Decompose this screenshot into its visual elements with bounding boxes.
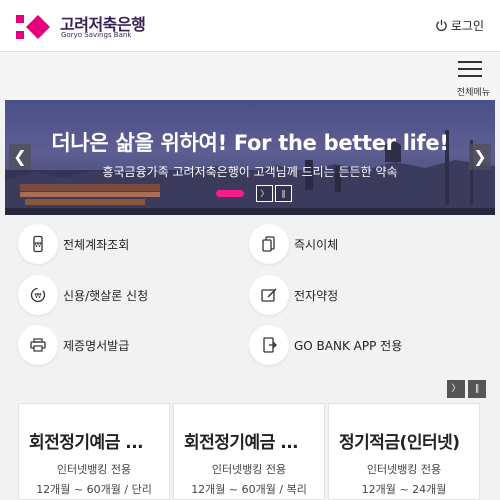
transfer-icon <box>262 236 275 252</box>
quick-menu-label: 신용/햇살론 신청 <box>63 288 149 303</box>
product-card[interactable]: 정기적금(인터넷) 인터넷뱅킹 전용 12개월 ~ 24개월 <box>328 403 480 500</box>
product-title: 정기적금(인터넷) <box>339 433 460 453</box>
banner-title: 더나은 삶을 위하여! For the better life! <box>51 131 449 155</box>
printer-icon <box>30 338 46 352</box>
products-pause-button[interactable]: ∥ <box>468 380 486 398</box>
all-menu-label[interactable]: 전체메뉴 <box>457 85 490 98</box>
product-card[interactable]: 회전정기예금 ... 인터넷뱅킹 전용 12개월 ~ 60개월 / 단리 <box>18 403 170 500</box>
power-icon <box>436 19 447 32</box>
top-header: 고려저축은행 Goryo Savings Bank 로그인 <box>0 0 500 52</box>
quick-menu-item-certificate-issue[interactable]: 제증명서발급 <box>18 325 129 365</box>
svg-text:₩: ₩ <box>35 292 42 300</box>
bank-logo-icon[interactable] <box>16 14 52 40</box>
logo-english-name: Goryo Savings Bank <box>61 31 132 39</box>
quick-menu-item-e-contract[interactable]: 전자약정 <box>249 275 338 315</box>
product-card[interactable]: 회전정기예금 ... 인터넷뱅킹 전용 12개월 ~ 60개월 / 복리 <box>173 403 325 500</box>
login-label: 로그인 <box>450 19 484 33</box>
quick-menu-label: GO BANK APP 전용 <box>294 338 403 353</box>
quick-menu-item-loan-application[interactable]: ₩ 신용/햇살론 신청 <box>18 275 148 315</box>
banner-next-button[interactable]: 〉 <box>256 185 273 202</box>
product-channel: 인터넷뱅킹 전용 <box>366 463 442 476</box>
product-term: 12개월 ~ 24개월 <box>361 483 447 496</box>
product-channel: 인터넷뱅킹 전용 <box>211 463 287 476</box>
svg-text:₩: ₩ <box>35 241 42 249</box>
contract-icon <box>261 288 277 302</box>
quick-menu-label: 전체계좌조회 <box>63 237 130 252</box>
products-next-button[interactable]: 〉 <box>447 380 465 398</box>
quick-menu: ₩ 전체계좌조회 즉시이체 ₩ 신용/햇살론 신청 전자약정 제증명서발급 GO… <box>0 215 500 375</box>
hamburger-menu-icon[interactable] <box>458 61 482 79</box>
product-carousel: 회전정기예금 ... 인터넷뱅킹 전용 12개월 ~ 60개월 / 단리 회전정… <box>18 403 500 500</box>
product-title: 회전정기예금 ... <box>29 433 144 453</box>
login-button[interactable]: 로그인 <box>435 17 484 34</box>
phone-icon: ₩ <box>33 235 43 253</box>
loan-icon: ₩ <box>30 287 46 303</box>
app-icon <box>263 337 277 353</box>
product-term: 12개월 ~ 60개월 / 단리 <box>36 483 152 496</box>
quick-menu-item-go-bank-app[interactable]: GO BANK APP 전용 <box>249 325 402 365</box>
quick-menu-label: 즉시이체 <box>294 237 339 252</box>
product-title: 회전정기예금 ... <box>184 433 299 453</box>
main-banner[interactable]: ❮ ❯ 더나은 삶을 위하여! For the better life! 흥국금… <box>5 100 495 215</box>
banner-subtitle: 흥국금융가족 고려저축은행이 고객님께 드리는 든든한 약속 <box>102 165 398 179</box>
product-channel: 인터넷뱅킹 전용 <box>56 463 132 476</box>
banner-pause-button[interactable]: ∥ <box>275 185 292 202</box>
menu-bar: 전체메뉴 <box>0 52 500 100</box>
quick-menu-item-account-inquiry[interactable]: ₩ 전체계좌조회 <box>18 224 129 264</box>
quick-menu-label: 제증명서발급 <box>63 338 130 353</box>
banner-background-illustration <box>5 130 495 215</box>
quick-menu-label: 전자약정 <box>294 288 339 303</box>
quick-menu-item-instant-transfer[interactable]: 즉시이체 <box>249 224 338 264</box>
product-term: 12개월 ~ 60개월 / 복리 <box>191 483 307 496</box>
banner-slide-indicator[interactable] <box>216 190 244 197</box>
